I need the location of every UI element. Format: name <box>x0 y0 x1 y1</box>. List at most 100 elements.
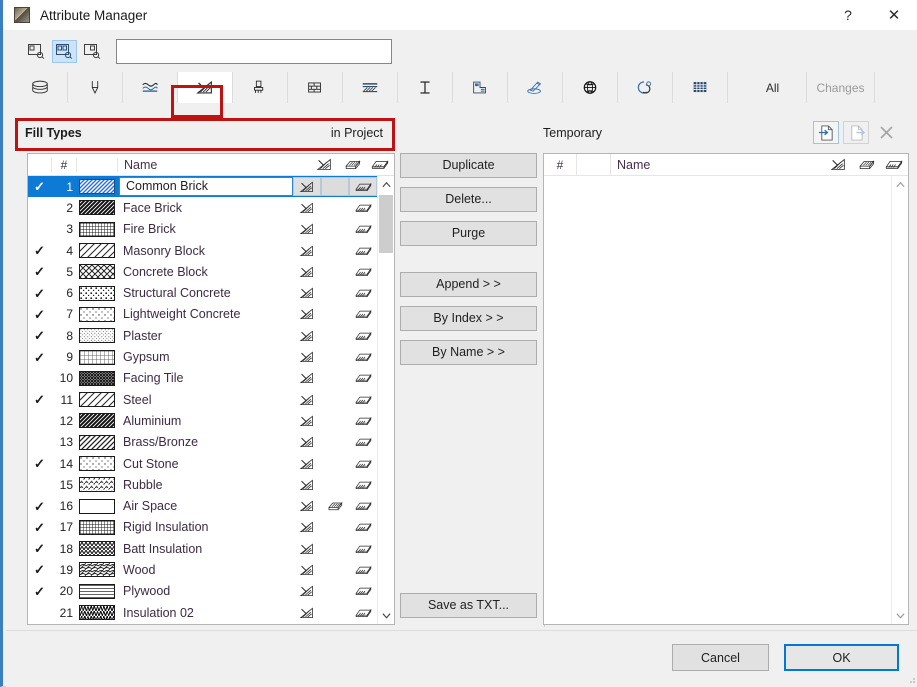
tab-zone-categories[interactable] <box>453 72 508 103</box>
row-drafting-fill-icon[interactable] <box>349 433 377 452</box>
row-icon-empty[interactable] <box>321 369 349 388</box>
row-name[interactable]: Common Brick <box>119 177 293 196</box>
row-icon-empty[interactable] <box>321 411 349 430</box>
scroll-up-icon[interactable] <box>378 176 395 193</box>
row-icon-empty[interactable] <box>321 390 349 409</box>
row-drafting-fill-icon[interactable] <box>349 390 377 409</box>
row-checkmark-icon[interactable]: ✓ <box>28 521 51 534</box>
row-drafting-fill-icon[interactable] <box>349 305 377 324</box>
row-name[interactable]: Gypsum <box>115 350 293 364</box>
row-cut-fill-icon[interactable] <box>293 539 321 558</box>
tab-changes[interactable]: Changes <box>807 72 875 103</box>
row-icon-empty[interactable] <box>321 241 349 260</box>
row-cut-fill-icon[interactable] <box>293 348 321 367</box>
row-cut-fill-icon[interactable] <box>293 560 321 579</box>
row-name[interactable]: Lightweight Concrete <box>115 307 293 321</box>
temp-scroll-up-icon[interactable] <box>892 176 909 193</box>
row-cut-fill-icon[interactable] <box>293 433 321 452</box>
row-name[interactable]: Plaster <box>115 329 293 343</box>
open-file-icon[interactable] <box>813 121 839 144</box>
help-icon[interactable]: ? <box>825 0 871 30</box>
row-cut-fill-icon[interactable] <box>293 220 321 239</box>
row-drafting-fill-icon[interactable] <box>349 284 377 303</box>
row-checkmark-icon[interactable]: ✓ <box>28 287 51 300</box>
row-checkmark-icon[interactable]: ✓ <box>28 265 51 278</box>
row-cut-fill-icon[interactable] <box>293 284 321 303</box>
tab-operation-profiles[interactable] <box>618 72 673 103</box>
by-name-button[interactable]: By Name > > <box>400 340 537 365</box>
tab-surfaces[interactable] <box>233 72 288 103</box>
row-drafting-fill-icon[interactable] <box>349 582 377 601</box>
row-name[interactable]: Insulation 02 <box>115 606 293 620</box>
table-row[interactable]: ✓16Air Space <box>28 495 377 516</box>
table-row[interactable]: 10Facing Tile <box>28 368 377 389</box>
table-row[interactable]: ✓11Steel <box>28 389 377 410</box>
row-name[interactable]: Concrete Block <box>115 265 293 279</box>
table-row[interactable]: 13Brass/Bronze <box>28 432 377 453</box>
row-drafting-fill-icon[interactable] <box>349 198 377 217</box>
row-cut-fill-icon[interactable] <box>293 390 321 409</box>
row-cut-fill-icon[interactable] <box>293 454 321 473</box>
by-index-button[interactable]: By Index > > <box>400 306 537 331</box>
table-row[interactable]: ✓6Structural Concrete <box>28 282 377 303</box>
duplicate-button[interactable]: Duplicate <box>400 153 537 178</box>
row-drafting-fill-icon[interactable] <box>349 411 377 430</box>
tab-layer-combinations[interactable] <box>508 72 563 103</box>
row-icon-empty[interactable] <box>321 454 349 473</box>
row-drafting-fill-icon[interactable] <box>349 369 377 388</box>
row-name[interactable]: Plywood <box>115 584 293 598</box>
search-input[interactable] <box>116 39 392 64</box>
row-checkmark-icon[interactable]: ✓ <box>28 244 51 257</box>
row-name[interactable]: Rubble <box>115 478 293 492</box>
row-drafting-fill-icon[interactable] <box>349 475 377 494</box>
row-drafting-fill-icon[interactable] <box>349 560 377 579</box>
row-icon-empty[interactable] <box>321 539 349 558</box>
row-icon-empty[interactable] <box>321 262 349 281</box>
row-icon-empty[interactable] <box>321 348 349 367</box>
scrollbar-track[interactable] <box>378 193 395 607</box>
row-checkmark-icon[interactable]: ✓ <box>28 457 51 470</box>
row-cut-fill-icon[interactable] <box>293 518 321 537</box>
row-checkmark-icon[interactable]: ✓ <box>28 500 51 513</box>
row-icon-empty[interactable] <box>321 284 349 303</box>
row-name[interactable]: Steel <box>115 393 293 407</box>
row-cut-fill-icon[interactable] <box>293 177 321 196</box>
row-name[interactable]: Masonry Block <box>115 244 293 258</box>
delete-button[interactable]: Delete... <box>400 187 537 212</box>
row-cut-fill-icon[interactable] <box>293 369 321 388</box>
tab-building-materials[interactable] <box>288 72 343 103</box>
row-checkmark-icon[interactable]: ✓ <box>28 308 51 321</box>
row-icon-empty[interactable] <box>321 560 349 579</box>
row-cut-fill-icon[interactable] <box>293 326 321 345</box>
row-cut-fill-icon[interactable] <box>293 497 321 516</box>
table-row[interactable]: ✓18Batt Insulation <box>28 538 377 559</box>
new-file-icon[interactable] <box>843 121 869 144</box>
tab-lines[interactable] <box>123 72 178 103</box>
row-cut-fill-icon[interactable] <box>293 475 321 494</box>
tab-mep-systems[interactable] <box>563 72 618 103</box>
row-name[interactable]: Cut Stone <box>115 457 293 471</box>
table-row[interactable]: ✓17Rigid Insulation <box>28 517 377 538</box>
row-icon-empty[interactable] <box>321 475 349 494</box>
resize-grip-icon[interactable] <box>905 673 917 685</box>
row-checkmark-icon[interactable]: ✓ <box>28 351 51 364</box>
row-checkmark-icon[interactable]: ✓ <box>28 329 51 342</box>
tab-schedules[interactable] <box>673 72 728 103</box>
table-row[interactable]: 12Aluminium <box>28 410 377 431</box>
row-icon-empty[interactable] <box>321 305 349 324</box>
row-cut-fill-icon[interactable] <box>293 305 321 324</box>
row-name[interactable]: Aluminium <box>115 414 293 428</box>
table-row[interactable]: 2Face Brick <box>28 197 377 218</box>
list-vertical-scrollbar[interactable] <box>377 176 394 624</box>
search-in-temporary-icon[interactable] <box>80 40 105 63</box>
table-row[interactable]: ✓5Concrete Block <box>28 261 377 282</box>
tab-composite-structures[interactable] <box>343 72 398 103</box>
temporary-vertical-scrollbar[interactable] <box>891 176 908 624</box>
close-icon[interactable]: ✕ <box>871 0 917 30</box>
search-in-project-icon[interactable] <box>24 40 49 63</box>
table-row[interactable]: 15Rubble <box>28 474 377 495</box>
row-name[interactable]: Air Space <box>115 499 293 513</box>
row-drafting-fill-icon[interactable] <box>349 177 377 196</box>
row-drafting-fill-icon[interactable] <box>349 539 377 558</box>
row-checkmark-icon[interactable]: ✓ <box>28 180 51 193</box>
